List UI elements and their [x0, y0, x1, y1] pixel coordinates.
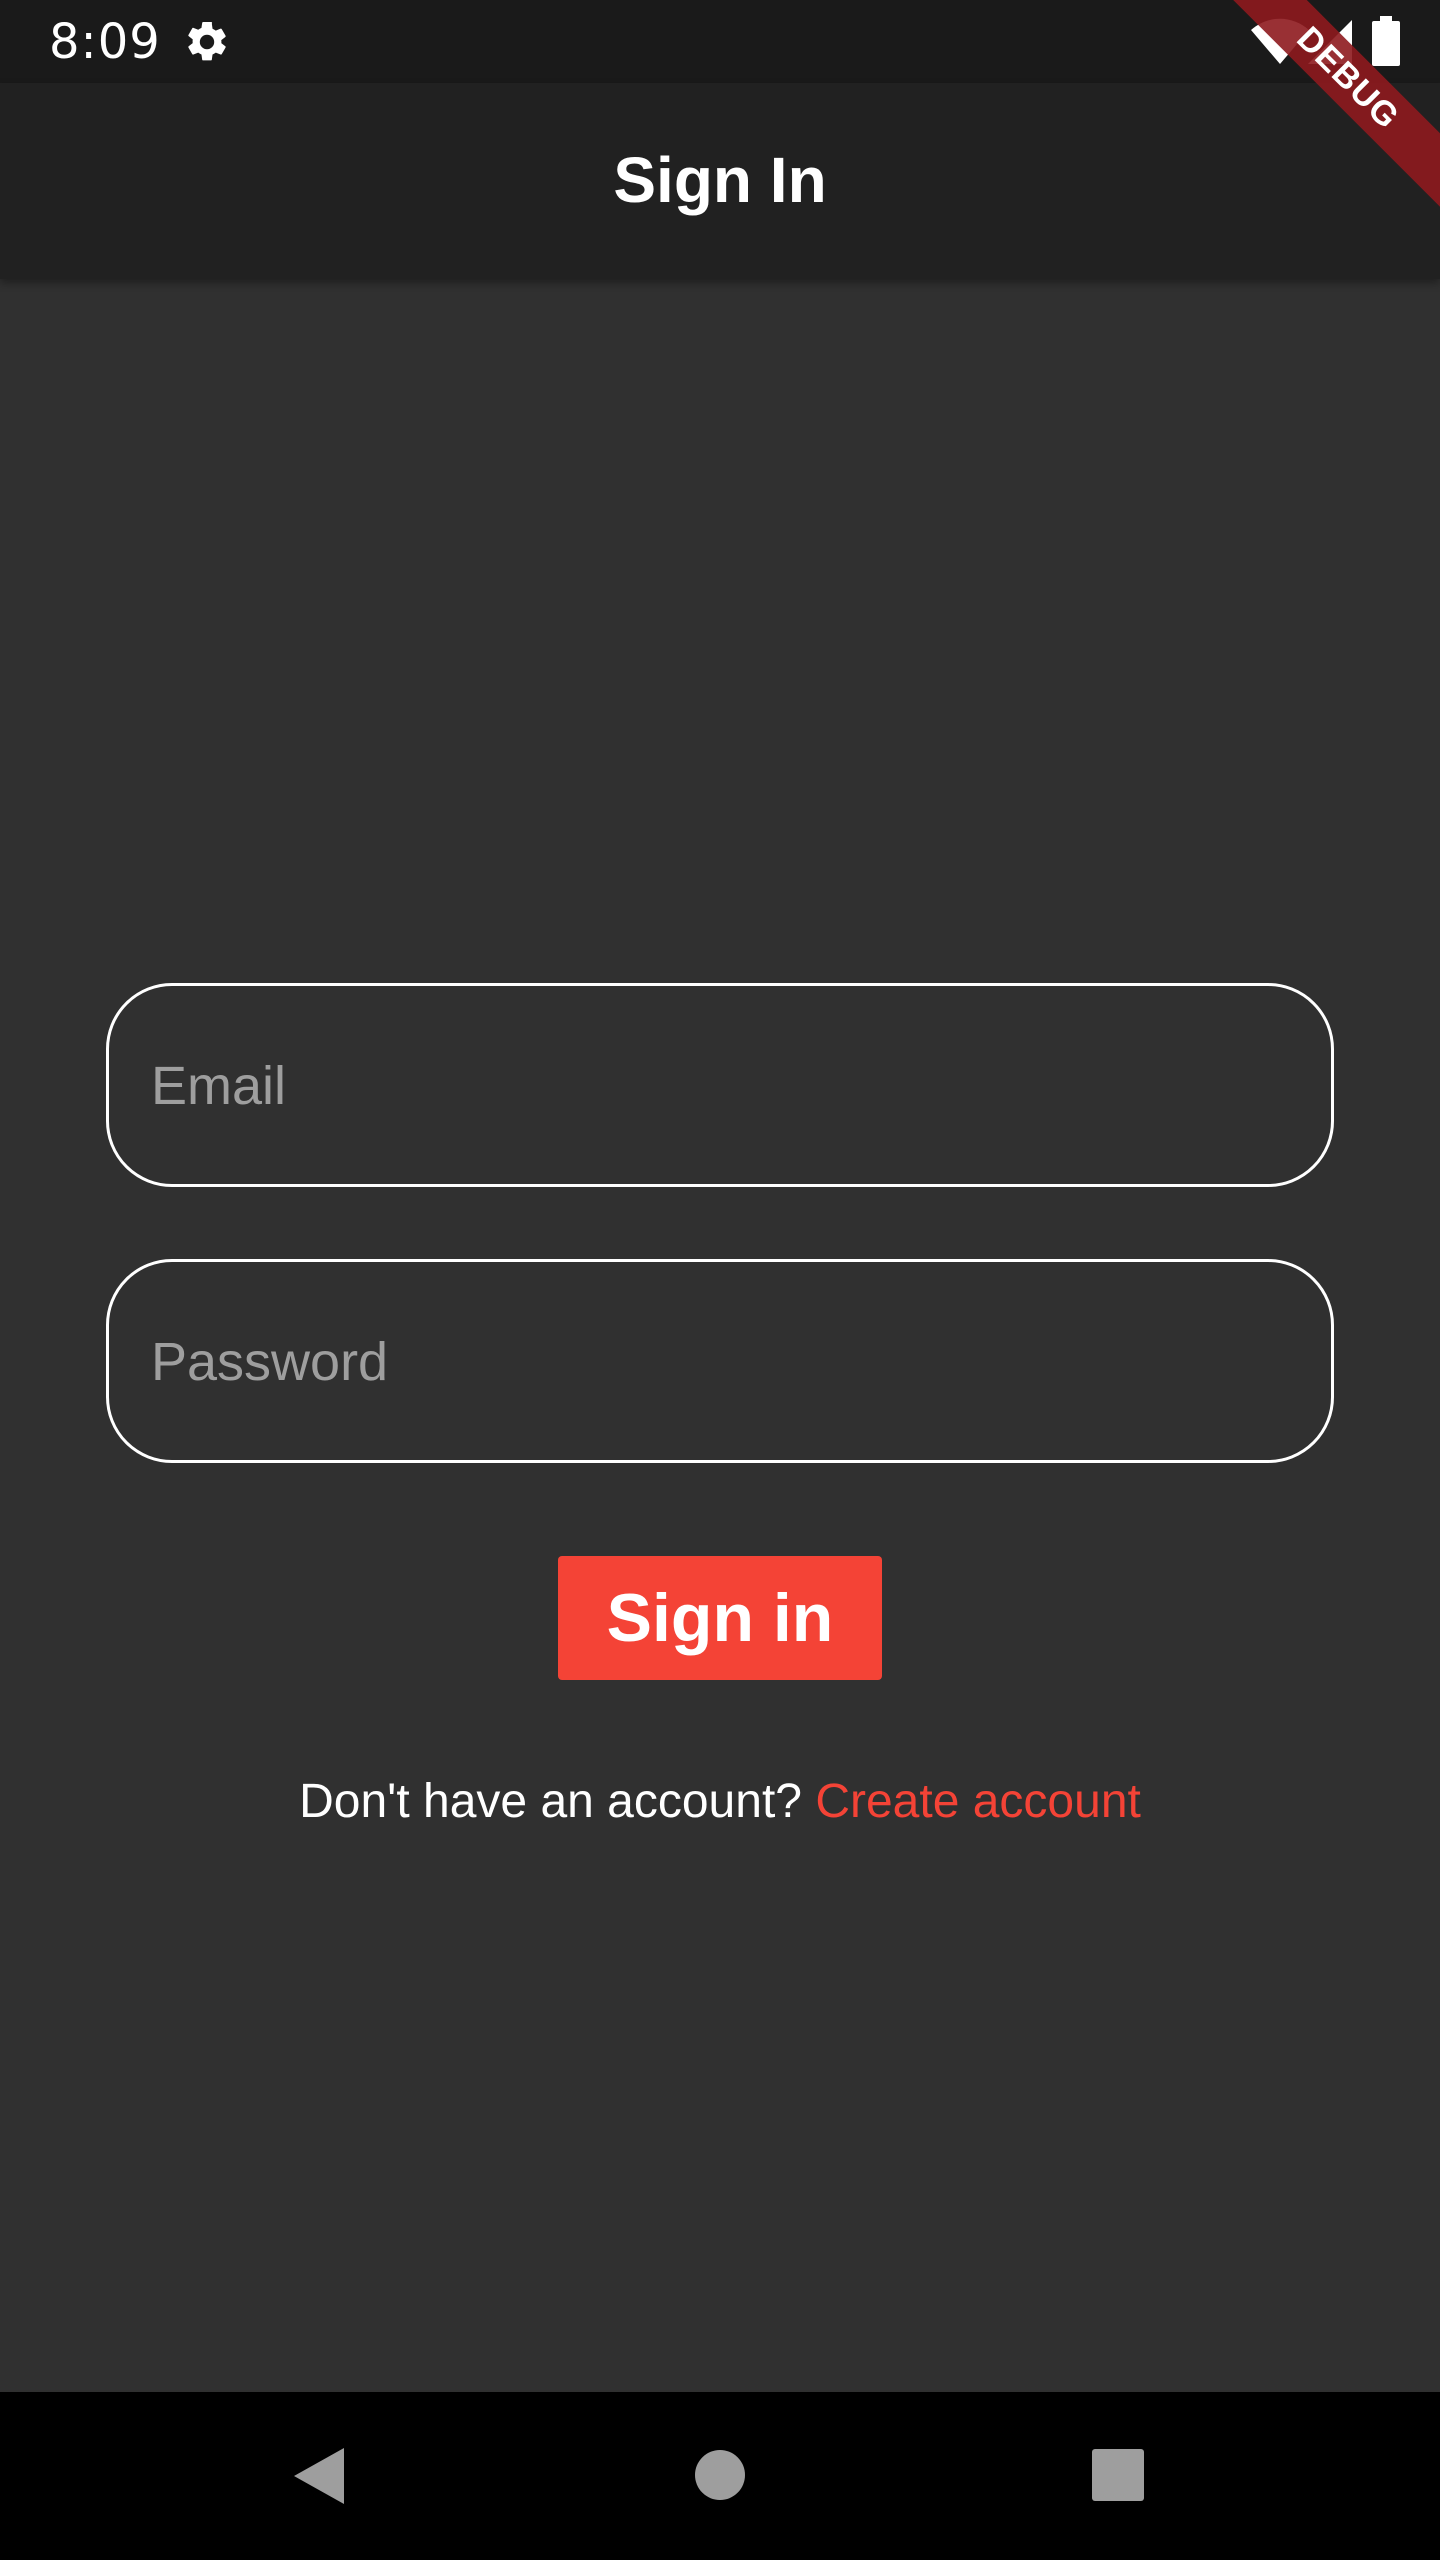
battery-icon: [1372, 16, 1400, 66]
screen: 8:09 Sign In DEBUG Sign in: [0, 0, 1440, 2560]
recent-apps-icon[interactable]: [1091, 2448, 1145, 2502]
account-prompt: Don't have an account?: [299, 1775, 802, 1828]
status-time: 8:09: [49, 14, 161, 70]
signal-icon: [1308, 20, 1352, 64]
email-field-container: [106, 983, 1334, 1187]
back-icon[interactable]: [290, 2446, 346, 2506]
sign-in-form: [106, 983, 1334, 1463]
page-title: Sign In: [613, 144, 827, 216]
password-field-container: [106, 1259, 1334, 1463]
password-field[interactable]: [149, 1262, 1293, 1462]
home-icon[interactable]: [694, 2449, 746, 2501]
sign-in-button[interactable]: Sign in: [558, 1556, 882, 1680]
gear-icon: [188, 21, 226, 61]
navigation-bar: [0, 2392, 1440, 2560]
status-bar: 8:09: [0, 0, 1440, 83]
email-field[interactable]: [149, 986, 1293, 1186]
create-account-row: Don't have an account? Create account: [0, 1772, 1440, 1832]
create-account-link[interactable]: Create account: [815, 1775, 1141, 1828]
app-bar: Sign In: [0, 83, 1440, 279]
wifi-icon: [1251, 18, 1309, 64]
